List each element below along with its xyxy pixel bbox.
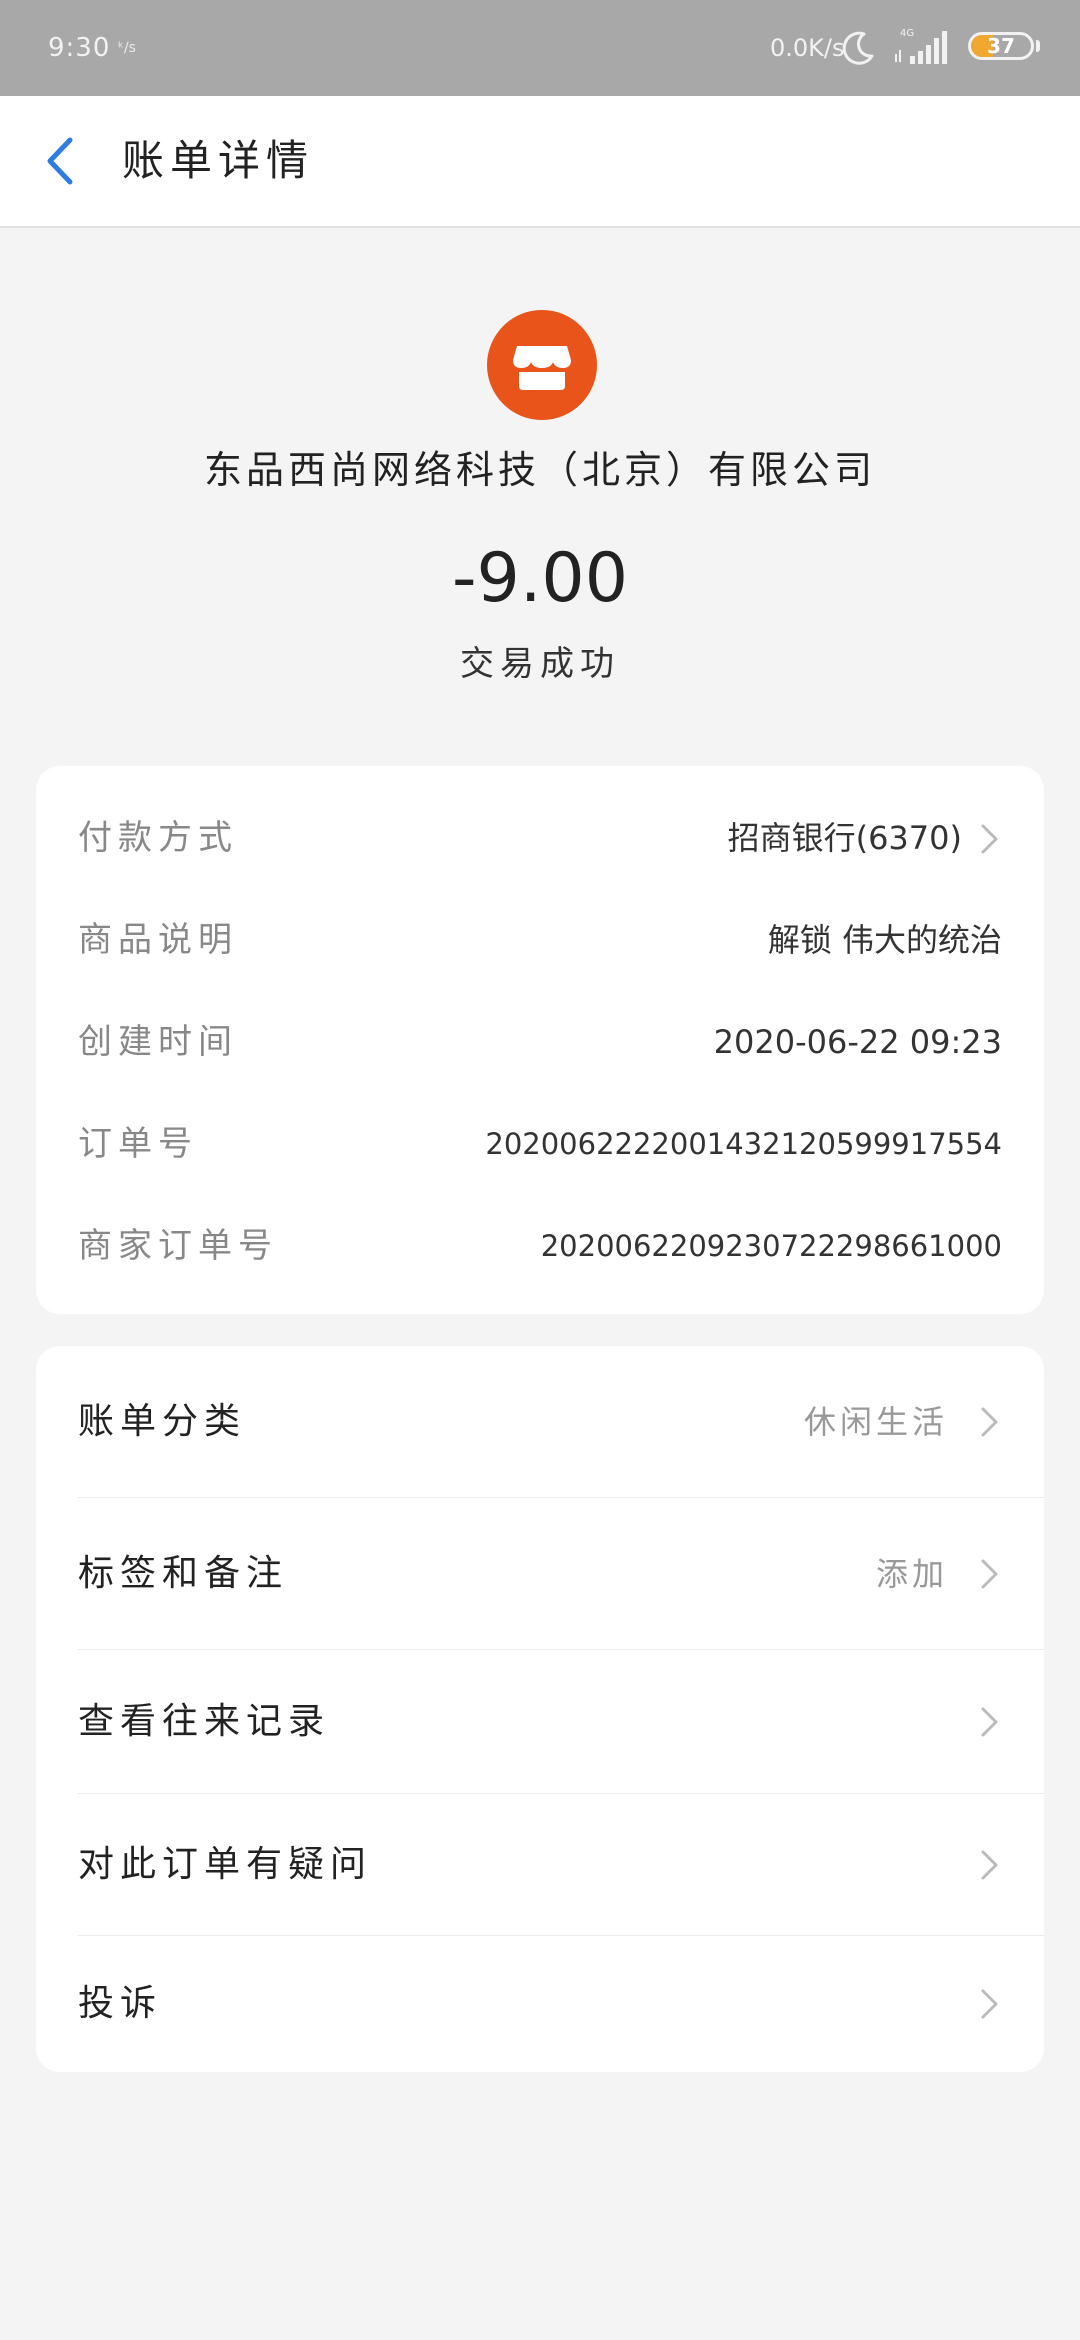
complaint-row[interactable]: 投诉 xyxy=(36,1936,1044,2072)
battery-level: 37 xyxy=(987,34,1015,58)
merchant-order-no-value[interactable]: 2020062209230722298661000 xyxy=(541,1218,1002,1274)
order-no-value[interactable]: 2020062222001432120599917554 xyxy=(485,1116,1002,1172)
created-time-value: 2020-06-22 09:23 xyxy=(713,1023,1002,1061)
network-speed: 0.0K/s xyxy=(770,34,845,62)
battery-tip xyxy=(1036,40,1040,52)
transaction-status: 交易成功 xyxy=(460,644,620,684)
order-no-row: 订单号 2020062222001432120599917554 xyxy=(36,1094,1044,1196)
product-desc-value: 解锁 伟大的统治 xyxy=(767,921,1002,959)
network-type-label: 4G xyxy=(900,28,914,39)
order-question-label: 对此订单有疑问 xyxy=(78,1844,373,1885)
bill-category-row[interactable]: 账单分类 休闲生活 xyxy=(36,1346,1044,1498)
chevron-right-icon xyxy=(981,1850,998,1880)
view-records-row[interactable]: 查看往来记录 xyxy=(36,1650,1044,1794)
status-bar: 9:30 ᵏ/s 0.0K/s 4G 37 xyxy=(0,0,1080,96)
chevron-left-icon xyxy=(47,137,73,185)
view-records-label: 查看往来记录 xyxy=(78,1701,331,1742)
product-desc-row: 商品说明 解锁 伟大的统治 xyxy=(36,890,1044,992)
order-question-row[interactable]: 对此订单有疑问 xyxy=(36,1794,1044,1936)
status-time: 9:30 xyxy=(48,33,111,63)
merchant-name: 东品西尚网络科技（北京）有限公司 xyxy=(203,448,876,492)
chevron-right-icon xyxy=(981,824,998,854)
payment-method-value: 招商银行(6370) xyxy=(727,819,962,857)
tags-notes-value: 添加 xyxy=(875,1555,948,1593)
shop-icon xyxy=(487,310,597,420)
tags-notes-row[interactable]: 标签和备注 添加 xyxy=(36,1498,1044,1650)
moon-icon xyxy=(842,31,874,65)
status-notification-icon: ᵏ/s xyxy=(118,40,136,56)
product-desc-label: 商品说明 xyxy=(78,920,238,960)
created-time-label: 创建时间 xyxy=(78,1022,238,1062)
merchant-order-no-label: 商家订单号 xyxy=(78,1226,278,1266)
tags-notes-label: 标签和备注 xyxy=(78,1553,289,1594)
chevron-right-icon xyxy=(981,1707,998,1737)
actions-card: 账单分类 休闲生活 标签和备注 添加 查看往来记录 对此订单有疑问 投诉 xyxy=(36,1346,1044,2072)
order-no-label: 订单号 xyxy=(78,1124,198,1164)
page-title: 账单详情 xyxy=(122,136,315,185)
back-button[interactable] xyxy=(30,126,90,196)
payment-method-label: 付款方式 xyxy=(78,818,238,858)
battery-icon: 37 xyxy=(968,32,1034,60)
chevron-right-icon xyxy=(981,1989,998,2019)
bill-category-value: 休闲生活 xyxy=(803,1403,948,1441)
signal-icon: 4G xyxy=(895,28,947,64)
chevron-right-icon xyxy=(981,1407,998,1437)
created-time-row: 创建时间 2020-06-22 09:23 xyxy=(36,992,1044,1094)
bill-category-label: 账单分类 xyxy=(78,1401,247,1442)
complaint-label: 投诉 xyxy=(78,1983,163,2024)
transaction-amount: -9.00 xyxy=(452,539,628,618)
merchant-order-no-row: 商家订单号 2020062209230722298661000 xyxy=(36,1196,1044,1298)
nav-bar: 账单详情 xyxy=(0,96,1080,228)
chevron-right-icon xyxy=(981,1559,998,1589)
details-card: 付款方式 招商银行(6370) 商品说明 解锁 伟大的统治 创建时间 2020-… xyxy=(36,766,1044,1314)
payment-method-row[interactable]: 付款方式 招商银行(6370) xyxy=(36,788,1044,890)
